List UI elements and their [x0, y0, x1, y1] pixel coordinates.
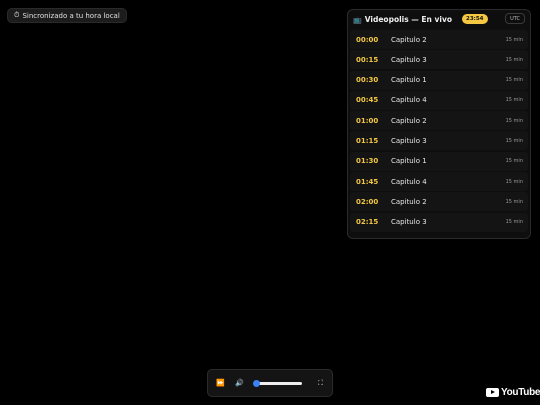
- youtube-play-icon: [486, 388, 499, 397]
- schedule-row-time: 01:00: [356, 116, 379, 125]
- schedule-row[interactable]: 01:45 Capitulo 4 15 min: [350, 172, 528, 192]
- schedule-row-title: Capitulo 2: [391, 116, 427, 125]
- schedule-row-title: Capitulo 1: [391, 76, 427, 85]
- schedule-row-duration: 15 min: [505, 97, 523, 104]
- sync-status-text: Sincronizado a tu hora local: [22, 11, 120, 20]
- schedule-list: 00:00 Capitulo 2 15 min 00:15 Capitulo 3 15 m…: [350, 30, 528, 233]
- schedule-row-title: Capitulo 3: [391, 55, 427, 64]
- current-time-badge: 23:54: [462, 14, 488, 24]
- schedule-row-time: 00:45: [356, 96, 379, 105]
- youtube-logo[interactable]: YouTube: [486, 387, 540, 398]
- schedule-row-title: Capitulo 2: [391, 197, 427, 206]
- volume-icon[interactable]: 🔊: [235, 379, 244, 387]
- schedule-row-title: Capitulo 3: [391, 218, 427, 227]
- schedule-row-title: Capitulo 4: [391, 96, 427, 105]
- schedule-row-duration: 15 min: [505, 158, 523, 165]
- schedule-row-time: 00:00: [356, 35, 379, 44]
- schedule-row[interactable]: 00:30 Capitulo 1 15 min: [350, 70, 528, 90]
- schedule-row[interactable]: 00:15 Capitulo 3 15 min: [350, 50, 528, 70]
- schedule-row-duration: 15 min: [505, 117, 523, 124]
- schedule-row-duration: 15 min: [505, 36, 523, 43]
- schedule-row-duration: 15 min: [505, 198, 523, 205]
- schedule-row[interactable]: 02:15 Capitulo 3 15 min: [350, 212, 528, 232]
- schedule-row-title: Capitulo 3: [391, 136, 427, 145]
- schedule-row-time: 01:15: [356, 136, 379, 145]
- schedule-row-time: 01:30: [356, 157, 379, 166]
- schedule-row-time: 00:15: [356, 55, 379, 64]
- schedule-header: 📺 Videopolis — En vivo 23:54 UTC: [348, 10, 530, 29]
- schedule-row-title: Capitulo 4: [391, 177, 427, 186]
- schedule-row[interactable]: 01:15 Capitulo 3 15 min: [350, 131, 528, 151]
- sync-status-badge: ⏱ Sincronizado a tu hora local: [7, 8, 127, 23]
- tv-icon: 📺: [353, 15, 362, 24]
- fullscreen-icon[interactable]: ⛶: [318, 379, 323, 388]
- schedule-row[interactable]: 00:00 Capitulo 2 15 min: [350, 30, 528, 49]
- timezone-badge: UTC: [505, 13, 525, 24]
- schedule-row-time: 02:15: [356, 218, 379, 227]
- schedule-title: Videopolis — En vivo: [364, 15, 452, 24]
- schedule-row[interactable]: 01:30 Capitulo 1 15 min: [350, 151, 528, 171]
- schedule-row-time: 02:00: [356, 197, 379, 206]
- schedule-row[interactable]: 00:45 Capitulo 4 15 min: [350, 90, 528, 110]
- schedule-row[interactable]: 01:00 Capitulo 2 15 min: [350, 111, 528, 131]
- schedule-row-duration: 15 min: [505, 56, 523, 63]
- volume-slider-handle[interactable]: [253, 380, 261, 387]
- schedule-row[interactable]: 02:00 Capitulo 2 15 min: [350, 192, 528, 212]
- youtube-wordmark: YouTube: [501, 387, 540, 398]
- schedule-row-duration: 15 min: [505, 219, 523, 226]
- volume-slider[interactable]: [253, 380, 302, 387]
- schedule-row-title: Capitulo 2: [391, 35, 427, 44]
- schedule-panel: 📺 Videopolis — En vivo 23:54 UTC 00:00 Ca…: [347, 9, 531, 239]
- schedule-row-time: 00:30: [356, 76, 379, 85]
- stopwatch-icon: ⏱: [14, 11, 20, 19]
- play-forward-icon[interactable]: ⏩: [216, 379, 225, 387]
- player-controls: ⏩ 🔊 ⛶: [207, 369, 333, 397]
- schedule-row-time: 01:45: [356, 177, 379, 186]
- schedule-row-duration: 15 min: [505, 77, 523, 84]
- schedule-row-title: Capitulo 1: [391, 157, 427, 166]
- schedule-row-duration: 15 min: [505, 178, 523, 185]
- schedule-row-duration: 15 min: [505, 137, 523, 144]
